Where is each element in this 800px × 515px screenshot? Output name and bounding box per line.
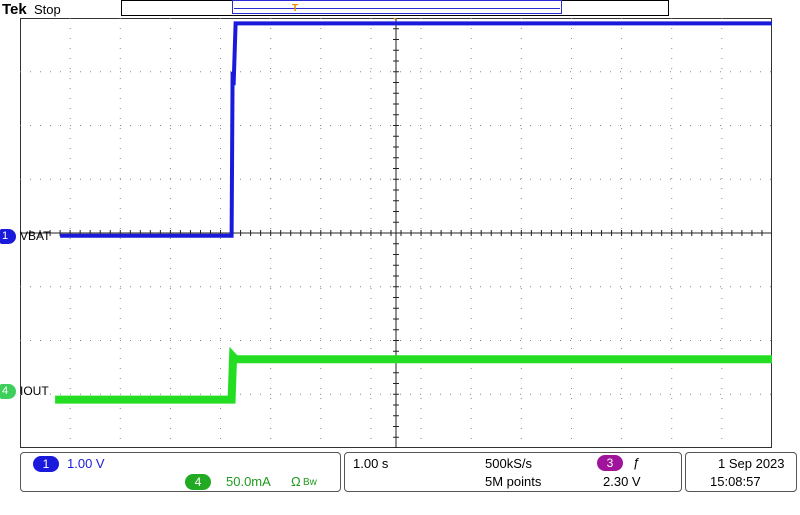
- rising-edge-icon: ƒ: [633, 455, 641, 470]
- date-display: 1 Sep 2023: [718, 456, 785, 471]
- record-length: 5M points: [485, 474, 542, 489]
- trigger-position-marker: T: [292, 3, 299, 14]
- record-view-window[interactable]: [232, 0, 562, 14]
- ch4-label: IOUT: [20, 384, 49, 398]
- datetime-panel: 1 Sep 2023 15:08:57: [685, 452, 797, 492]
- acquisition-state: Stop: [34, 2, 61, 17]
- brand-logo: Tek: [2, 1, 27, 18]
- ch1-ground-marker[interactable]: 1: [0, 229, 16, 244]
- waveform-graticule[interactable]: [20, 18, 772, 448]
- oscilloscope-screen: Tek Stop T 1 VBAT 4 IOUT 1 1.00 V 4 50.0…: [0, 0, 800, 515]
- ch4-ground-marker[interactable]: 4: [0, 384, 16, 399]
- ch1-badge[interactable]: 1: [33, 456, 59, 472]
- horizontal-trigger-panel[interactable]: 1.00 s 500kS/s 5M points 3 ƒ 2.30 V: [344, 452, 682, 492]
- ohm-coupling-icon: Ω: [291, 474, 301, 489]
- bandwidth-limit-icon: Bw: [303, 477, 317, 488]
- ch1-label: VBAT: [20, 229, 51, 243]
- trigger-level: 2.30 V: [603, 474, 641, 489]
- vertical-settings-panel[interactable]: 1 1.00 V 4 50.0mA Ω Bw: [20, 452, 341, 492]
- record-view-line: [234, 8, 560, 9]
- time-display: 15:08:57: [710, 474, 761, 489]
- timebase-scale: 1.00 s: [353, 456, 389, 471]
- sample-rate: 500kS/s: [485, 456, 532, 471]
- ch1-scale: 1.00 V: [67, 456, 105, 471]
- trace-iout: [55, 346, 772, 404]
- ch4-badge[interactable]: 4: [185, 474, 211, 490]
- trigger-source-badge[interactable]: 3: [597, 455, 623, 471]
- trace-vbat: [60, 21, 772, 238]
- ch4-scale: 50.0mA: [226, 474, 271, 489]
